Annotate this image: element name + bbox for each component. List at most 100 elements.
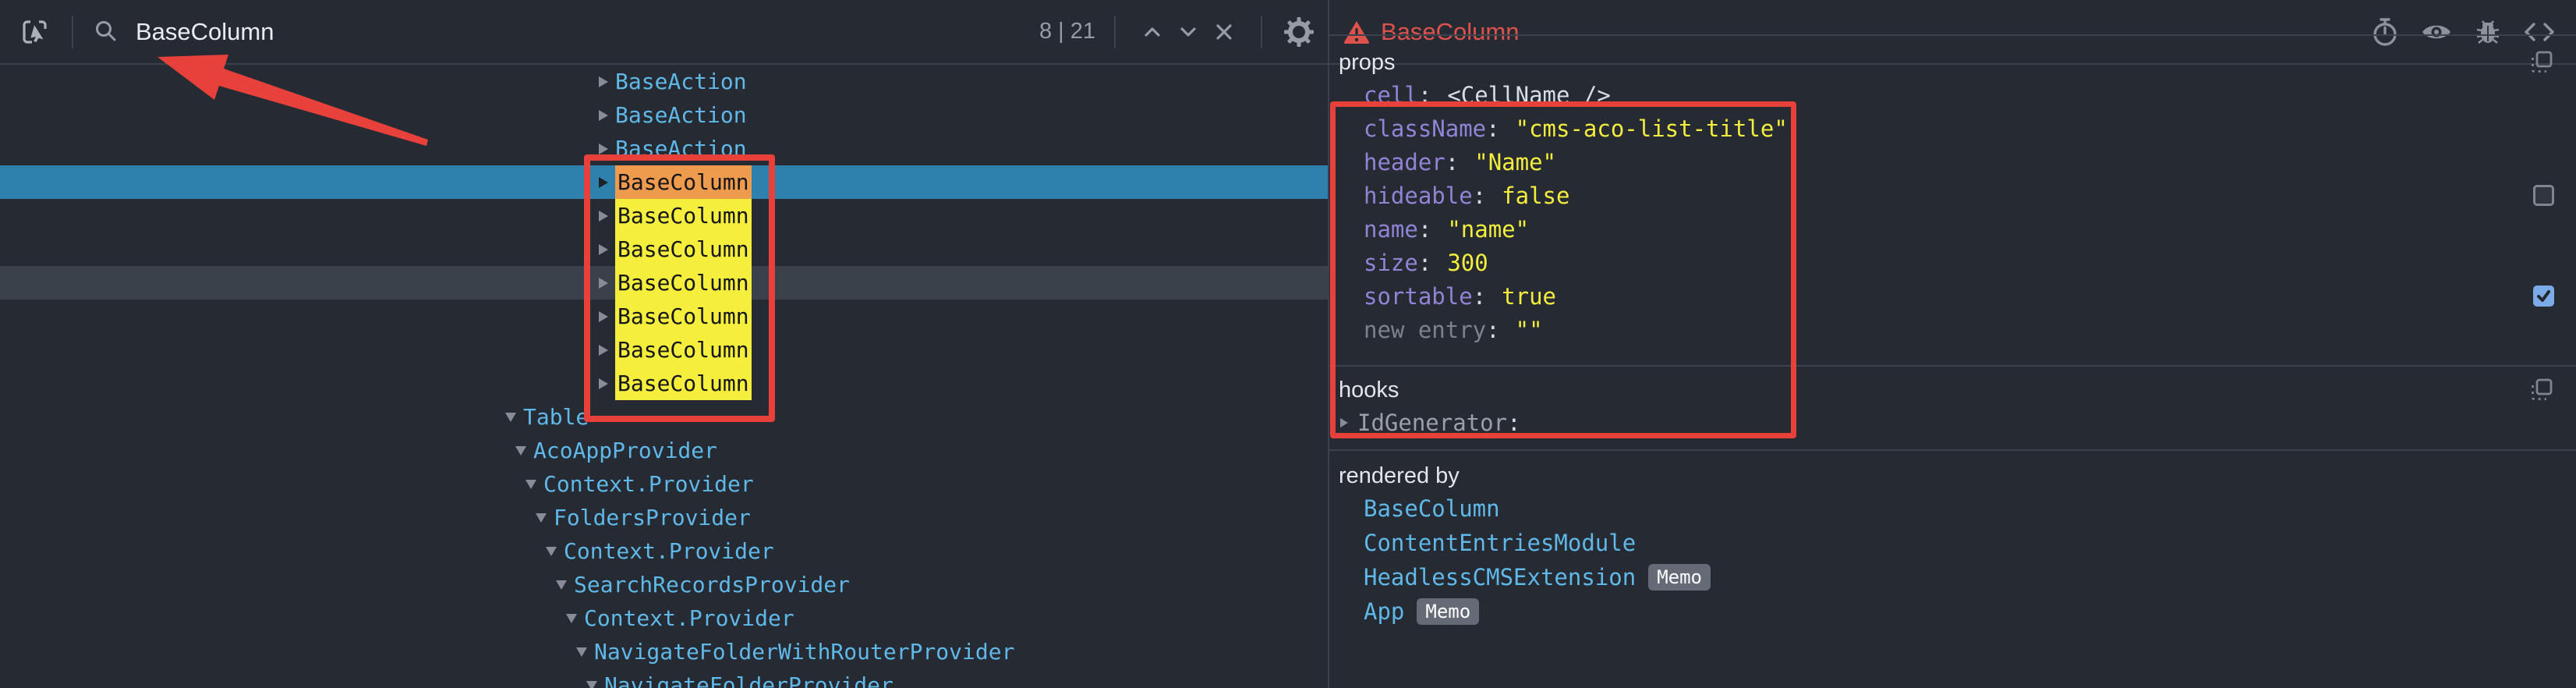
expand-arrow-icon[interactable] [599,345,608,356]
prop-colon: : [1473,283,1486,310]
expand-arrow-icon[interactable] [1340,418,1348,427]
prop-row-cell[interactable]: cell:<CellName /> [1329,78,2576,112]
rendered-by-row-basecolumn[interactable]: BaseColumn [1329,491,2576,526]
tree-row-basecolumn[interactable]: BaseColumn [0,199,1328,232]
components-tree-panel: 8 | 21 [0,0,1328,688]
expand-arrow-icon[interactable] [599,76,608,87]
props-section-header: props [1329,47,2576,78]
prop-value[interactable]: <CellName /> [1447,82,1611,108]
tree-row-context-provider[interactable]: Context.Provider [0,534,1328,568]
rendered-by-component-link[interactable]: ContentEntriesModule [1364,530,1636,556]
tree-row-basecolumn[interactable]: BaseColumn [0,165,1328,199]
tree-row-basecolumn[interactable]: BaseColumn [0,232,1328,266]
inspected-element-panel: BaseColumn [1329,0,2576,688]
tree-item-label: BaseColumn [615,333,752,367]
settings-gear-icon[interactable] [1281,14,1317,50]
prop-value[interactable]: 300 [1447,250,1488,276]
tree-item-label: AcoAppProvider [533,434,717,467]
collapse-arrow-icon[interactable] [566,614,577,623]
rendered-by-component-link[interactable]: HeadlessCMSExtension [1364,564,1636,590]
prop-row-name[interactable]: name:"name" [1329,212,2576,246]
rendered-by-row-contententriesmodule[interactable]: ContentEntriesModule [1329,526,2576,560]
tree-row-navigatefolderprovider[interactable]: NavigateFolderProvider [0,668,1328,688]
tree-item-label: NavigateFolderWithRouterProvider [594,635,1014,668]
prop-colon: : [1445,149,1459,176]
collapse-arrow-icon[interactable] [546,547,557,556]
prop-key: sortable [1364,283,1473,310]
tree-row-context-provider[interactable]: Context.Provider [0,467,1328,501]
rendered-by-row-headlesscmsextension[interactable]: HeadlessCMSExtensionMemo [1329,560,2576,594]
toolbar-divider [1114,16,1116,48]
tree-row-context-provider[interactable]: Context.Provider [0,601,1328,635]
prop-value[interactable]: "name" [1447,216,1529,243]
collapse-arrow-icon[interactable] [505,413,516,422]
tree-item-label: BaseAction [615,65,747,98]
prop-key: name [1364,216,1418,243]
prop-checkbox-hideable[interactable] [2533,185,2554,206]
prop-row-header[interactable]: header: "Name" [1329,145,2576,179]
tree-row-searchrecordsprovider[interactable]: SearchRecordsProvider [0,568,1328,601]
prop-row-size[interactable]: size:300 [1329,246,2576,279]
copy-props-icon[interactable] [2529,50,2554,75]
expand-arrow-icon[interactable] [599,211,608,222]
tree-row-baseaction[interactable]: BaseAction [0,98,1328,132]
prop-value[interactable]: "Name" [1474,149,1556,176]
next-result-button[interactable] [1170,14,1206,50]
previous-result-button[interactable] [1134,14,1170,50]
prop-value[interactable]: "" [1516,317,1543,343]
rendered-by-component-link[interactable]: App [1364,598,1404,625]
expand-arrow-icon[interactable] [599,144,608,154]
tree-row-baseaction[interactable]: BaseAction [0,65,1328,98]
tree-item-label: SearchRecordsProvider [574,568,850,601]
prop-key: cell [1364,82,1418,108]
search-input[interactable] [134,17,1039,47]
tree-item-label: BaseColumn [615,266,752,300]
tree-item-label: BaseColumn [615,367,752,400]
collapse-arrow-icon[interactable] [536,513,547,523]
rendered-by-row-app[interactable]: AppMemo [1329,594,2576,629]
tree-row-baseaction[interactable]: BaseAction [0,132,1328,165]
prop-key: header [1364,149,1445,176]
tree-row-table[interactable]: Table [0,400,1328,434]
prop-value[interactable]: true [1502,283,1556,310]
hook-row-IdGenerator[interactable]: IdGenerator: [1329,406,2576,439]
tree-row-basecolumn[interactable]: BaseColumn [0,266,1328,300]
expand-arrow-icon[interactable] [599,177,608,188]
clear-search-button[interactable] [1206,14,1242,50]
prop-row-new-entry[interactable]: new entry: "" [1329,313,2576,346]
collapse-arrow-icon[interactable] [576,647,587,657]
prop-value[interactable]: false [1502,183,1569,209]
prop-row-className[interactable]: className:"cms-aco-list-title" [1329,112,2576,145]
tree-item-label: BaseAction [615,98,747,132]
expand-arrow-icon[interactable] [599,110,608,121]
tree-item-label: FoldersProvider [554,501,751,534]
tree-row-acoappprovider[interactable]: AcoAppProvider [0,434,1328,467]
rendered-by-section-header: rendered by [1329,460,2576,491]
tree-item-label: Context.Provider [564,534,774,568]
expand-arrow-icon[interactable] [599,311,608,322]
collapse-arrow-icon[interactable] [515,446,526,456]
prop-row-sortable[interactable]: sortable: true [1329,279,2576,313]
tree-row-basecolumn[interactable]: BaseColumn [0,367,1328,400]
prop-row-hideable[interactable]: hideable:false [1329,179,2576,212]
rendered-by-component-link[interactable]: BaseColumn [1364,495,1500,522]
inspect-element-button[interactable] [17,14,53,50]
prop-key: size [1364,250,1418,276]
expand-arrow-icon[interactable] [599,244,608,255]
tree-item-label: BaseAction [615,132,747,165]
expand-arrow-icon[interactable] [599,378,608,389]
collapse-arrow-icon[interactable] [556,580,567,590]
prop-key: new entry [1364,317,1486,343]
hook-colon: : [1507,410,1520,436]
collapse-arrow-icon[interactable] [525,480,536,489]
tree-row-navigatefolderwithrouterprovider[interactable]: NavigateFolderWithRouterProvider [0,635,1328,668]
prop-value[interactable]: "cms-aco-list-title" [1516,115,1788,142]
copy-hooks-icon[interactable] [2529,378,2554,403]
prop-colon: : [1486,317,1499,343]
expand-arrow-icon[interactable] [599,278,608,289]
prop-checkbox-sortable[interactable] [2533,285,2554,307]
tree-row-basecolumn[interactable]: BaseColumn [0,300,1328,333]
tree-row-basecolumn[interactable]: BaseColumn [0,333,1328,367]
tree-row-foldersprovider[interactable]: FoldersProvider [0,501,1328,534]
collapse-arrow-icon[interactable] [586,681,597,688]
